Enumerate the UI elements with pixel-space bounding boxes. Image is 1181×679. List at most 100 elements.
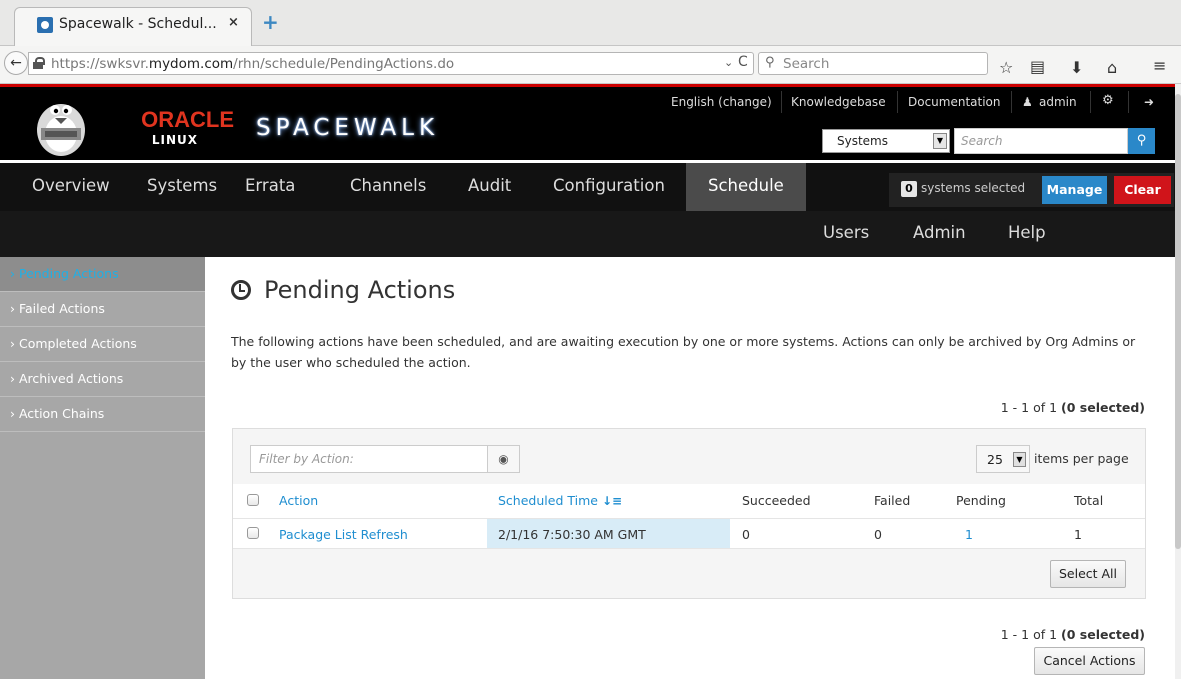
sidebar-item-pending-actions[interactable]: › Pending Actions	[0, 257, 205, 292]
nav-help[interactable]: Help	[1008, 211, 1046, 257]
row-checkbox[interactable]	[247, 527, 259, 539]
pending-count-link[interactable]: 1	[965, 527, 973, 542]
divider	[1090, 91, 1091, 113]
browser-tab[interactable]: Spacewalk - Schedul... ×	[14, 7, 252, 47]
column-header-succeeded: Succeeded	[742, 493, 811, 508]
browser-search-input[interactable]: ⚲ Search	[758, 52, 988, 75]
browser-search-placeholder: Search	[783, 56, 830, 72]
spacewalk-logo[interactable]: SPACEWALK	[256, 115, 439, 141]
items-per-page-select[interactable]: 25 ▼	[976, 445, 1030, 473]
lock-icon	[33, 57, 45, 69]
site-search-placeholder: Search	[961, 134, 1003, 148]
dropdown-arrow-icon: ▼	[933, 133, 947, 149]
divider	[1011, 91, 1012, 113]
bookmark-star-icon[interactable]: ☆	[999, 58, 1013, 77]
url-bar[interactable]: https://swksvr.mydom.com/rhn/schedule/Pe…	[28, 52, 754, 75]
select-all-checkbox[interactable]	[247, 494, 259, 506]
home-icon[interactable]: ⌂	[1107, 58, 1117, 77]
oracle-linux-logo[interactable]: ORACLE LINUX	[126, 107, 238, 147]
filter-by-action-input[interactable]: Filter by Action:	[250, 445, 488, 473]
reading-list-icon[interactable]: ▤	[1030, 57, 1045, 76]
divider	[897, 91, 898, 113]
column-header-pending: Pending	[956, 493, 1006, 508]
selected-systems-count: 0	[901, 181, 917, 197]
nav-audit[interactable]: Audit	[468, 163, 511, 211]
nav-overview[interactable]: Overview	[32, 163, 110, 211]
page-title: Pending Actions	[264, 276, 456, 304]
total-count: 1	[1074, 527, 1082, 542]
items-per-page-value: 25	[987, 452, 1003, 467]
tux-logo-icon[interactable]	[33, 94, 89, 158]
apply-filter-eye-icon[interactable]: ◉	[487, 445, 520, 473]
nav-admin[interactable]: Admin	[913, 211, 966, 257]
tab-title: Spacewalk - Schedul...	[59, 16, 217, 32]
language-link[interactable]: English (change)	[671, 95, 772, 109]
column-header-scheduled-time[interactable]: Scheduled Time ↓≡	[498, 493, 622, 508]
menu-icon[interactable]: ≡	[1153, 56, 1166, 75]
clear-button[interactable]: Clear	[1114, 176, 1171, 204]
filter-placeholder: Filter by Action:	[259, 452, 354, 466]
nav-systems[interactable]: Systems	[147, 163, 217, 211]
download-icon[interactable]: ⬇	[1070, 58, 1083, 77]
selected-systems-label: systems selected	[921, 181, 1026, 195]
pagination-summary-bottom: 1 - 1 of 1 (0 selected)	[1000, 627, 1145, 642]
sidebar-item-failed-actions[interactable]: › Failed Actions	[0, 292, 205, 327]
scheduled-time-value: 2/1/16 7:50:30 AM GMT	[498, 527, 646, 542]
items-per-page-label: items per page	[1034, 451, 1129, 466]
browser-tab-bar: Spacewalk - Schedul... × +	[0, 0, 1181, 47]
pagination-summary: 1 - 1 of 1 (0 selected)	[1000, 400, 1145, 415]
nav-second-row	[0, 211, 1175, 257]
spacewalk-favicon-icon	[37, 17, 53, 33]
sidebar: › Pending Actions › Failed Actions › Com…	[0, 257, 205, 679]
linux-wordmark: LINUX	[151, 133, 198, 147]
table-header: Action Scheduled Time ↓≡ Succeeded Faile…	[233, 484, 1145, 518]
select-all-button[interactable]: Select All	[1050, 560, 1126, 588]
reload-icon[interactable]: C	[738, 54, 748, 70]
nav-configuration[interactable]: Configuration	[553, 163, 665, 211]
back-arrow-icon[interactable]: ←	[4, 51, 28, 75]
search-scope-value: Systems	[837, 134, 888, 148]
actions-list-panel: Filter by Action: ◉ 25 ▼ items per page …	[232, 428, 1146, 599]
user-account-link[interactable]: admin	[1039, 95, 1077, 109]
search-icon: ⚲	[1136, 133, 1147, 148]
divider	[1128, 91, 1129, 113]
nav-channels[interactable]: Channels	[350, 163, 426, 211]
knowledgebase-link[interactable]: Knowledgebase	[791, 95, 886, 109]
column-header-action[interactable]: Action	[279, 493, 318, 508]
column-header-failed: Failed	[874, 493, 911, 508]
sidebar-item-action-chains[interactable]: › Action Chains	[0, 397, 205, 432]
sidebar-item-archived-actions[interactable]: › Archived Actions	[0, 362, 205, 397]
tab-close-icon[interactable]: ×	[228, 15, 239, 30]
action-name-link[interactable]: Package List Refresh	[279, 527, 408, 542]
nav-errata[interactable]: Errata	[245, 163, 295, 211]
dropdown-arrow-icon: ▼	[1013, 452, 1026, 467]
cancel-actions-button[interactable]: Cancel Actions	[1034, 647, 1145, 675]
sign-out-icon[interactable]: ➜	[1144, 95, 1154, 109]
sidebar-item-completed-actions[interactable]: › Completed Actions	[0, 327, 205, 362]
clock-icon	[231, 280, 251, 300]
user-icon: ♟	[1022, 95, 1033, 109]
divider	[781, 91, 782, 113]
url-dropdown-icon[interactable]: ⌄	[724, 56, 733, 69]
documentation-link[interactable]: Documentation	[908, 95, 1001, 109]
column-header-total: Total	[1074, 493, 1104, 508]
page-scrollbar[interactable]	[1175, 84, 1181, 679]
preferences-gear-icon[interactable]: ⚙	[1102, 93, 1114, 108]
nav-schedule[interactable]: Schedule	[686, 163, 806, 211]
site-search-input[interactable]: Search	[954, 128, 1128, 154]
url-text: https://swksvr.mydom.com/rhn/schedule/Pe…	[51, 56, 455, 72]
search-scope-select[interactable]: Systems ▼	[822, 129, 950, 153]
site-header: ORACLE LINUX SPACEWALK English (change) …	[0, 84, 1175, 160]
nav-users[interactable]: Users	[823, 211, 869, 257]
manage-button[interactable]: Manage	[1042, 176, 1107, 204]
system-set-manager: 0 systems selected Manage Clear	[889, 173, 1174, 207]
new-tab-icon[interactable]: +	[262, 10, 279, 34]
site-search-button[interactable]: ⚲	[1128, 128, 1155, 154]
search-icon: ⚲	[765, 55, 775, 70]
main-navigation: Overview Systems Errata Channels Audit C…	[0, 163, 1175, 257]
table-row: Package List Refresh 2/1/16 7:50:30 AM G…	[233, 518, 1145, 549]
oracle-wordmark: ORACLE	[141, 107, 234, 132]
page-description: The following actions have been schedule…	[231, 334, 1136, 370]
scrollbar-thumb[interactable]	[1175, 94, 1181, 549]
succeeded-count: 0	[742, 527, 750, 542]
